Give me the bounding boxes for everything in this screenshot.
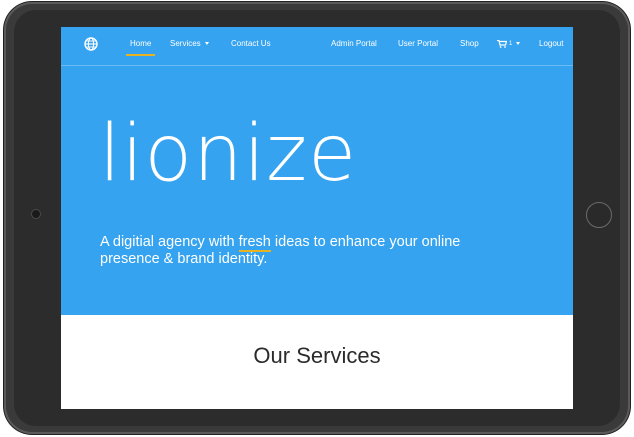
nav-services-label: Services [170,39,201,48]
cart-count: 1 [509,40,513,47]
nav-shop[interactable]: Shop [460,39,479,48]
home-button[interactable] [586,202,612,228]
nav-logout[interactable]: Logout [539,39,563,48]
camera-icon [32,210,40,218]
screen: Home Services Contact Us Admin Portal Us… [61,27,573,409]
hero-tagline: A digitial agency with fresh ideas to en… [100,234,520,268]
tagline-text: A digitial agency with [100,234,239,250]
nav-contact[interactable]: Contact Us [231,39,271,48]
tagline-highlight: fresh [238,234,271,250]
nav-home[interactable]: Home [125,39,156,56]
cart-icon [497,39,507,48]
hero-title: lionize [99,109,358,199]
nav-cart-dropdown[interactable]: 1 [497,39,521,48]
chevron-down-icon [516,42,521,46]
services-heading: Our Services [253,343,381,368]
nav-user-portal[interactable]: User Portal [398,39,438,48]
navbar: Home Services Contact Us Admin Portal Us… [61,27,573,66]
nav-admin-portal[interactable]: Admin Portal [331,39,377,48]
hero-section: Home Services Contact Us Admin Portal Us… [61,27,573,315]
chevron-down-icon [204,42,209,46]
nav-services-dropdown[interactable]: Services [170,39,209,48]
globe-icon[interactable] [84,37,98,51]
